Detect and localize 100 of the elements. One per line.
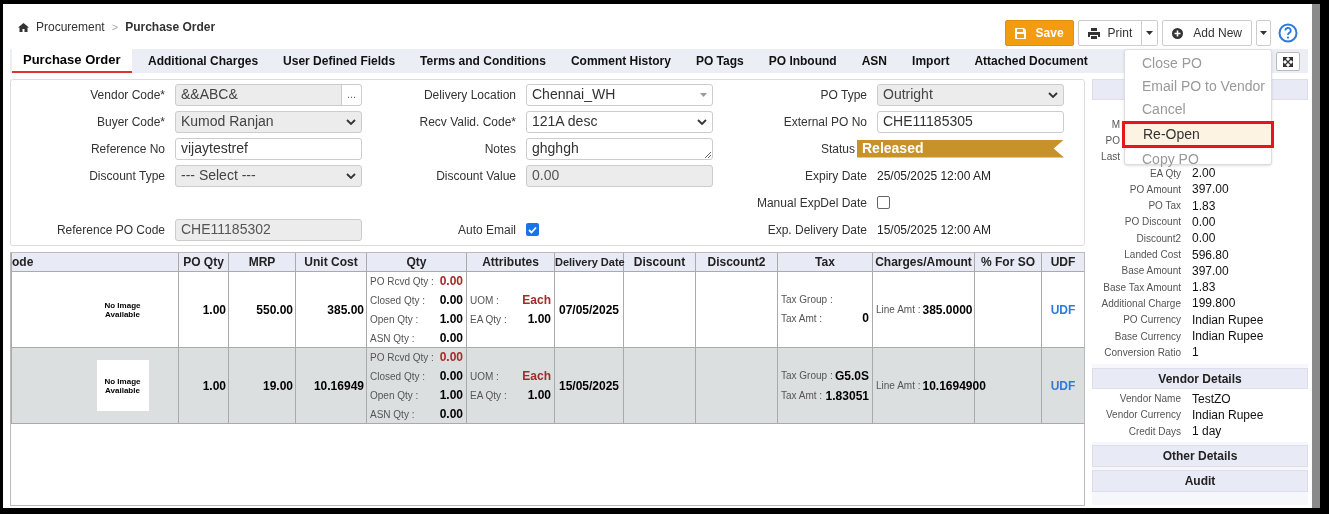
table-cell: 19.00 bbox=[262, 378, 293, 393]
input-field[interactable]: vijaytestref bbox=[175, 137, 362, 160]
summary-value: 0.00 bbox=[1192, 230, 1216, 248]
item-value: 0.00 bbox=[439, 368, 463, 385]
column-header: Discount bbox=[623, 253, 696, 272]
tab[interactable]: User Defined Fields bbox=[270, 49, 408, 73]
checkbox[interactable] bbox=[526, 223, 539, 236]
input-field[interactable]: CHE11185305 bbox=[877, 110, 1064, 133]
field-label: Exp. Delivery Date bbox=[766, 221, 867, 239]
print-button[interactable]: Print bbox=[1077, 20, 1143, 46]
field-label: Recv Valid. Code* bbox=[418, 113, 516, 131]
column-header: Unit Cost bbox=[295, 253, 367, 272]
field-label: Auto Email bbox=[456, 221, 516, 239]
menu-item[interactable]: Re-Open bbox=[1122, 121, 1274, 148]
field-label: Buyer Code* bbox=[95, 113, 165, 131]
item-label: EA Qty : bbox=[470, 388, 507, 403]
item-label: PO Rcvd Qty : bbox=[370, 274, 434, 289]
breadcrumb-link[interactable]: Purchase Order bbox=[125, 18, 216, 36]
chevron-down-icon bbox=[1048, 91, 1058, 98]
table-cell: 07/05/2025 bbox=[558, 302, 620, 317]
summary-value: 596.80 bbox=[1192, 246, 1229, 264]
tab[interactable]: Terms and Conditions bbox=[407, 49, 559, 73]
item-value: 1.00 bbox=[439, 387, 463, 404]
item-label: Open Qty : bbox=[370, 312, 419, 327]
summary-value: 1.83 bbox=[1192, 197, 1216, 215]
chevron-down-icon bbox=[346, 118, 356, 125]
item-label: Tax Group : bbox=[781, 293, 833, 307]
fullscreen-button[interactable] bbox=[1276, 52, 1300, 71]
resize-grip-icon[interactable] bbox=[705, 151, 711, 158]
table-row[interactable]: No Image Available 1.00 550.00 385.00 PO Rcvd Qty : 0.00 Closed Qty : 0.00 Open Qty : 1.00 ASN Qty : 0.00 UOM : Each EA Qty : 1.00 07/05/2025 Tax Group : Tax Amt : 0 Line Amt : 385.0000 UDF bbox=[11, 271, 1084, 348]
section-header[interactable]: Other Details bbox=[1092, 445, 1308, 468]
item-value: 0.00 bbox=[439, 292, 463, 309]
expand-icon bbox=[1283, 56, 1293, 67]
select-field[interactable]: 121A desc bbox=[526, 110, 713, 133]
summary-value: Indian Rupee bbox=[1192, 311, 1264, 329]
tab[interactable]: Comment History bbox=[558, 49, 684, 73]
checkbox[interactable] bbox=[877, 196, 890, 209]
item-value: 1.00 bbox=[527, 311, 551, 328]
field-label: Status bbox=[819, 140, 855, 158]
summary-label: PO Amount bbox=[1128, 182, 1181, 197]
tab[interactable]: PO Tags bbox=[683, 49, 757, 73]
field-label: Notes bbox=[483, 140, 516, 158]
item-value: G5.0S bbox=[834, 367, 869, 385]
section-header[interactable]: Audit bbox=[1092, 470, 1308, 493]
item-value: 385.0000 bbox=[922, 301, 973, 319]
scrollbar[interactable] bbox=[1312, 4, 1320, 508]
summary-value: 0.00 bbox=[1192, 213, 1216, 231]
tab[interactable]: Additional Charges bbox=[135, 49, 271, 73]
column-header: Discount2 bbox=[695, 253, 778, 272]
table-cell: 15/05/2025 bbox=[558, 378, 620, 393]
item-label: Tax Amt : bbox=[781, 389, 823, 403]
help-icon[interactable] bbox=[1278, 23, 1298, 43]
status-badge: Released bbox=[857, 139, 1064, 158]
caret-icon bbox=[1260, 31, 1267, 35]
summary-value: 199.800 bbox=[1192, 295, 1236, 313]
item-label: UOM : bbox=[470, 293, 499, 308]
column-header: ode bbox=[11, 253, 179, 272]
breadcrumb-link[interactable]: Procurement bbox=[36, 18, 105, 36]
field-label: Reference No bbox=[89, 140, 165, 158]
item-value: Each bbox=[522, 368, 551, 385]
summary-label: Base Currency bbox=[1113, 329, 1181, 344]
tab[interactable]: Attached Document bbox=[961, 49, 1101, 73]
summary-label: Base Amount bbox=[1120, 264, 1181, 279]
home-icon[interactable] bbox=[18, 22, 29, 32]
vendor-code-field[interactable]: &&ABC& ... bbox=[175, 83, 362, 106]
summary-label: PO bbox=[1104, 133, 1120, 148]
section-header[interactable]: Vendor Details bbox=[1092, 368, 1308, 390]
table-cell: 10.16949 bbox=[313, 378, 364, 393]
print-caret-button[interactable] bbox=[1142, 20, 1159, 46]
caret-icon bbox=[1146, 31, 1154, 35]
tab[interactable]: Import bbox=[899, 49, 962, 73]
item-label: ASN Qty : bbox=[370, 407, 415, 422]
summary-label: Landed Cost bbox=[1123, 248, 1181, 262]
table-cell: 1.00 bbox=[202, 302, 226, 317]
tab[interactable]: Purchase Order bbox=[12, 49, 132, 73]
field-value: 25/05/2025 12:00 AM bbox=[877, 167, 992, 185]
tab[interactable]: ASN bbox=[849, 49, 900, 73]
chevron-down-icon bbox=[697, 118, 707, 125]
add-new-button[interactable]: Add New bbox=[1162, 20, 1252, 46]
plus-circle-icon bbox=[1172, 27, 1184, 39]
dropdown-field[interactable]: Chennai_WH bbox=[526, 83, 713, 106]
summary-label: Discount2 bbox=[1135, 231, 1181, 246]
summary-value: Indian Rupee bbox=[1192, 406, 1264, 424]
item-label: Tax Group : bbox=[781, 369, 833, 383]
summary-label: Additional Charge bbox=[1100, 296, 1181, 311]
item-label: ASN Qty : bbox=[370, 331, 415, 346]
lookup-button[interactable]: ... bbox=[341, 84, 361, 105]
item-value: 0.00 bbox=[439, 349, 463, 366]
field-label: PO Type bbox=[819, 86, 867, 104]
summary-label: PO Tax bbox=[1147, 199, 1181, 214]
breadcrumb-separator: > bbox=[111, 19, 119, 35]
column-header: MRP bbox=[228, 253, 296, 272]
tab[interactable]: PO Inbound bbox=[756, 49, 850, 73]
save-icon bbox=[1014, 27, 1026, 39]
table-cell: 1.00 bbox=[202, 378, 226, 393]
text-area[interactable]: ghghgh bbox=[526, 137, 713, 160]
more-caret-button[interactable] bbox=[1256, 20, 1271, 46]
table-row[interactable] bbox=[11, 347, 1084, 424]
udf-link[interactable]: UDF bbox=[1050, 302, 1076, 317]
no-image-placeholder: No Image Available bbox=[103, 376, 142, 395]
